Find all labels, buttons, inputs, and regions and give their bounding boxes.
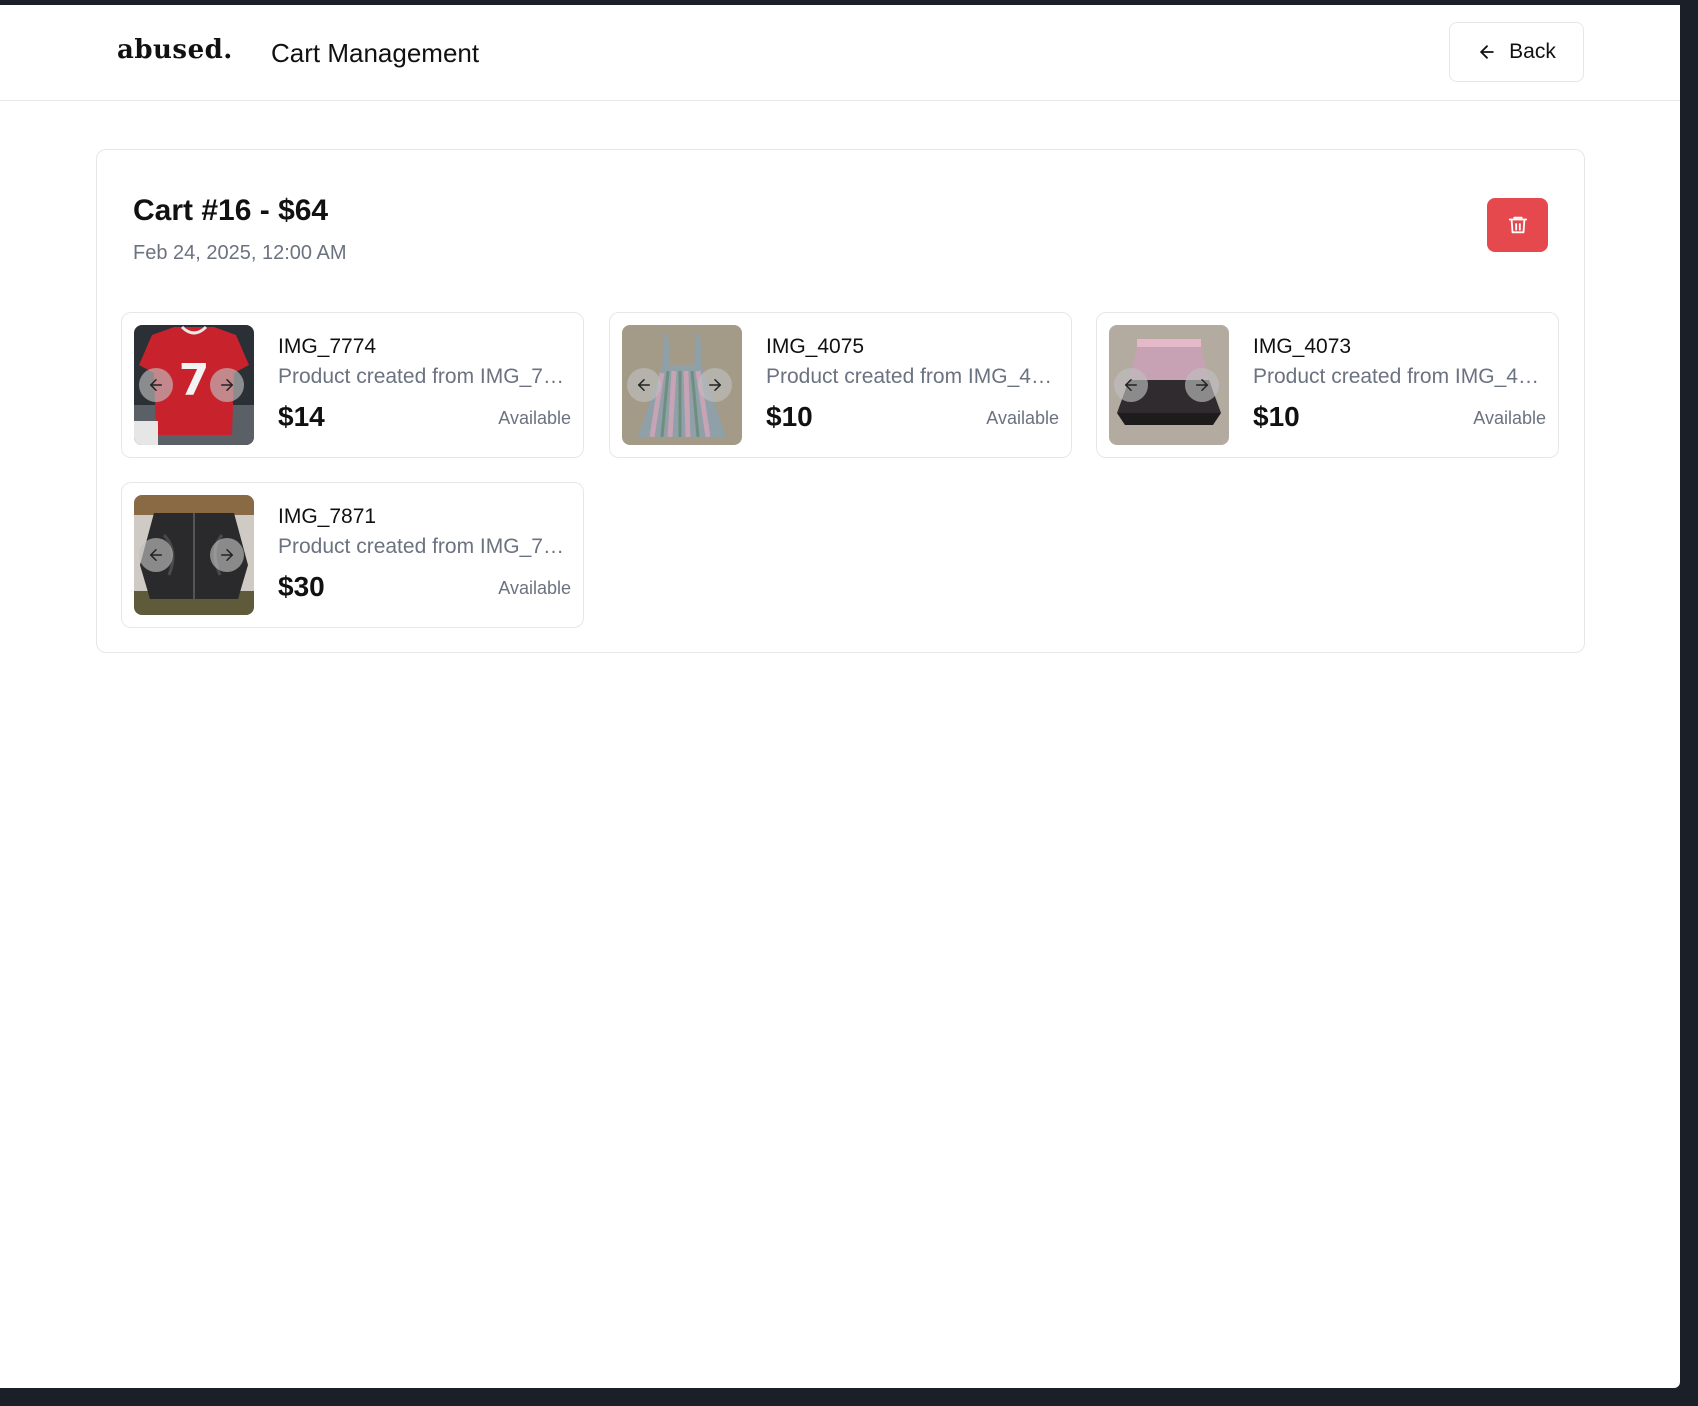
product-card[interactable]: IMG_4075 Product created from IMG_4075 $… <box>609 312 1072 458</box>
product-price: $30 <box>278 571 325 602</box>
product-status: Available <box>1473 408 1546 428</box>
page-title: Cart Management <box>271 38 480 68</box>
delete-cart-button[interactable] <box>1487 198 1548 252</box>
arrow-right-icon <box>1196 379 1208 391</box>
product-status: Available <box>498 578 571 598</box>
product-card[interactable]: IMG_4073 Product created from IMG_4073 $… <box>1096 312 1559 458</box>
product-image <box>622 325 742 445</box>
product-price: $10 <box>766 401 813 432</box>
product-name: IMG_4073 <box>1253 335 1352 358</box>
back-button-label: Back <box>1509 40 1556 63</box>
product-name: IMG_7871 <box>278 505 377 528</box>
next-image-button[interactable] <box>210 538 244 572</box>
arrow-left-icon <box>1480 45 1494 59</box>
cart-card: Cart #16 - $64 Feb 24, 2025, 12:00 AM 7 <box>96 149 1585 653</box>
cart-date: Feb 24, 2025, 12:00 AM <box>133 242 347 264</box>
app-window: abused. Cart Management Back Cart #16 - … <box>0 5 1680 1388</box>
product-description: Product created from IMG_4073 <box>1253 365 1543 388</box>
product-price: $14 <box>278 401 325 432</box>
product-image <box>1109 325 1229 445</box>
svg-text:7: 7 <box>179 355 210 406</box>
next-image-button[interactable] <box>698 368 732 402</box>
product-image: 7 <box>134 325 254 445</box>
arrow-left-icon <box>1125 379 1137 391</box>
back-button[interactable]: Back <box>1449 22 1584 82</box>
previous-image-button[interactable] <box>139 538 173 572</box>
product-price: $10 <box>1253 401 1300 432</box>
product-name: IMG_7774 <box>278 335 377 358</box>
arrow-right-icon <box>709 379 721 391</box>
previous-image-button[interactable] <box>627 368 661 402</box>
previous-image-button[interactable] <box>1114 368 1148 402</box>
top-bar: abused. Cart Management Back <box>0 5 1680 101</box>
product-description: Product created from IMG_7774 <box>278 365 568 388</box>
logo[interactable]: abused. <box>117 35 233 65</box>
trash-icon <box>1508 216 1527 234</box>
arrow-right-icon <box>221 379 233 391</box>
product-card[interactable]: 7 IMG_7774 Product created from IMG_7774… <box>121 312 584 458</box>
arrow-right-icon <box>221 549 233 561</box>
previous-image-button[interactable] <box>139 368 173 402</box>
next-image-button[interactable] <box>210 368 244 402</box>
arrow-left-icon <box>150 379 162 391</box>
next-image-button[interactable] <box>1185 368 1219 402</box>
product-image <box>134 495 254 615</box>
arrow-left-icon <box>638 379 650 391</box>
product-description: Product created from IMG_7871 <box>278 535 568 558</box>
cart-title: Cart #16 - $64 <box>133 194 329 227</box>
product-status: Available <box>986 408 1059 428</box>
product-card[interactable]: IMG_7871 Product created from IMG_7871 $… <box>121 482 584 628</box>
product-name: IMG_4075 <box>766 335 865 358</box>
product-description: Product created from IMG_4075 <box>766 365 1056 388</box>
arrow-left-icon <box>150 549 162 561</box>
product-status: Available <box>498 408 571 428</box>
